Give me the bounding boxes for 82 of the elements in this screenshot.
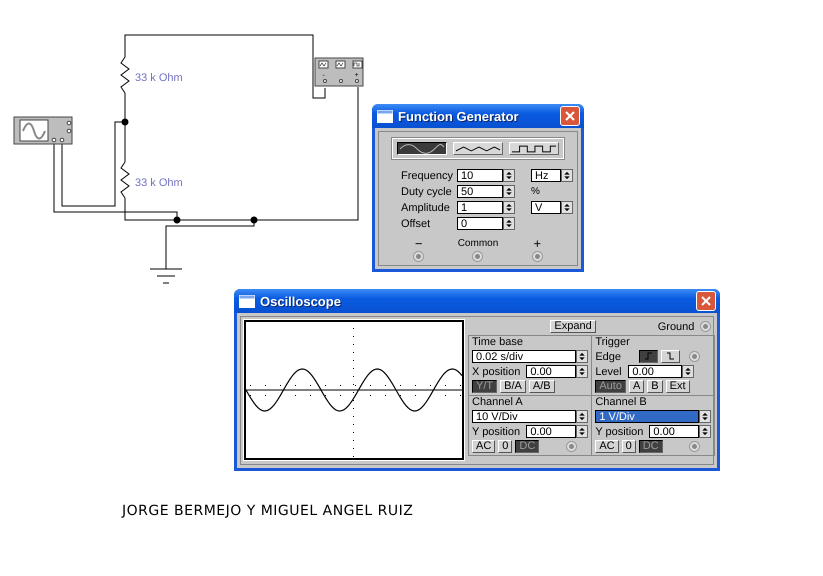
field-label: Level xyxy=(595,366,622,378)
group-label: Trigger xyxy=(595,336,631,348)
unit-label: % xyxy=(531,186,541,198)
value-field[interactable]: 0.00 xyxy=(628,365,682,378)
window-icon xyxy=(239,294,255,308)
sine-wave-icon xyxy=(398,143,446,154)
spinner-buttons[interactable] xyxy=(576,350,588,363)
coupling-button[interactable]: 0 xyxy=(622,440,636,453)
spinner-buttons[interactable] xyxy=(576,365,588,378)
spinner-buttons[interactable] xyxy=(503,201,515,214)
field-label: Frequency xyxy=(401,170,454,182)
source-button[interactable]: B xyxy=(647,380,663,393)
spinner-buttons[interactable] xyxy=(682,365,694,378)
spinner-buttons[interactable] xyxy=(561,201,573,214)
source-button[interactable]: Auto xyxy=(595,380,626,393)
source-button[interactable]: A xyxy=(628,380,644,393)
spinner-buttons[interactable] xyxy=(576,410,588,423)
value-field[interactable]: 0.00 xyxy=(526,425,576,438)
value-field[interactable]: 0 xyxy=(457,217,503,230)
spinner-buttons[interactable] xyxy=(561,169,573,182)
ground-label: Ground xyxy=(658,320,694,332)
close-icon xyxy=(564,110,576,122)
unit-field[interactable]: V xyxy=(531,201,561,214)
value-field[interactable]: 1 xyxy=(457,201,503,214)
scale-field[interactable]: 10 V/Div xyxy=(472,410,576,423)
rising-edge-icon xyxy=(643,351,654,361)
field-label: Offset xyxy=(401,218,432,230)
mode-button[interactable]: B/A xyxy=(500,380,526,393)
terminal-label: − xyxy=(414,238,422,250)
field-label: Amplitude xyxy=(401,202,451,214)
expand-button[interactable]: Expand xyxy=(550,320,596,333)
unit-field[interactable]: Hz xyxy=(531,169,561,182)
value-field[interactable]: 0.00 xyxy=(526,365,576,378)
field-label: Duty cycle xyxy=(401,186,453,198)
group-label: Channel B xyxy=(595,396,648,408)
resistor-label: 33 k Ohm xyxy=(135,177,183,189)
window-icon xyxy=(377,110,393,122)
spinner-buttons[interactable] xyxy=(503,169,515,182)
spinner-buttons[interactable] xyxy=(503,185,515,198)
mode-button[interactable]: Y/T xyxy=(472,380,498,393)
field-label: Y position xyxy=(595,426,644,438)
terminal-icon[interactable] xyxy=(689,441,700,452)
terminal-icon[interactable] xyxy=(700,321,712,332)
window-title: Function Generator xyxy=(398,108,520,124)
falling-edge-icon xyxy=(665,351,676,361)
square-wave-icon xyxy=(510,143,558,154)
field-label: Edge xyxy=(595,350,622,362)
scale-field[interactable]: 0.02 s/div xyxy=(472,350,576,363)
close-button[interactable] xyxy=(560,106,580,126)
group-label: Channel A xyxy=(472,396,524,408)
value-field[interactable]: 50 xyxy=(457,185,503,198)
edge-button[interactable] xyxy=(639,350,658,363)
terminal-icon[interactable] xyxy=(566,441,578,452)
group-label: Time base xyxy=(472,336,524,348)
resistor-label: 33 k Ohm xyxy=(135,72,183,84)
waveform-button[interactable] xyxy=(397,142,447,155)
close-icon xyxy=(700,295,712,307)
source-button[interactable]: Ext xyxy=(666,380,690,393)
field-label: Y position xyxy=(472,426,520,438)
value-field[interactable]: 0.00 xyxy=(649,425,700,438)
author-credit: JORGE BERMEJO Y MIGUEL ANGEL RUIZ xyxy=(122,503,414,519)
spinner-buttons[interactable] xyxy=(699,410,712,423)
coupling-button[interactable]: AC xyxy=(472,440,496,453)
terminal-icon[interactable] xyxy=(532,251,543,262)
spinner-buttons[interactable] xyxy=(503,217,515,230)
close-button[interactable] xyxy=(696,291,716,311)
value-field[interactable]: 10 xyxy=(457,169,503,182)
coupling-button[interactable]: DC xyxy=(638,440,663,453)
field-label: X position xyxy=(472,366,520,378)
terminal-icon[interactable] xyxy=(689,351,700,362)
coupling-button[interactable]: AC xyxy=(595,440,619,453)
spinner-buttons[interactable] xyxy=(699,425,712,438)
spinner-buttons[interactable] xyxy=(576,425,588,438)
terminal-icon[interactable] xyxy=(413,251,424,262)
coupling-button[interactable]: DC xyxy=(515,440,540,453)
scale-field[interactable]: 1 V/Div xyxy=(595,410,700,423)
window-title: Oscilloscope xyxy=(260,294,342,308)
terminal-icon[interactable] xyxy=(472,251,484,262)
terminal-label: Common xyxy=(458,238,498,250)
terminal-label: + xyxy=(534,238,542,250)
mode-button[interactable]: A/B xyxy=(528,380,555,393)
coupling-button[interactable]: 0 xyxy=(498,440,512,453)
